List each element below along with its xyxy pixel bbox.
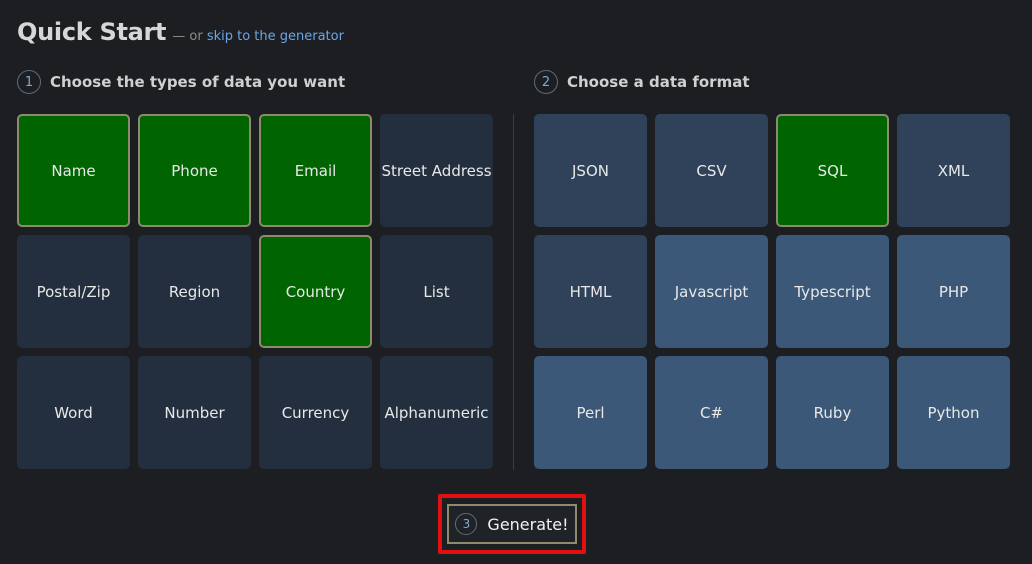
skip-to-generator-link[interactable]: skip to the generator (207, 29, 344, 44)
type-tile-number[interactable]: Number (138, 356, 251, 469)
generate-button-label: Generate! (487, 514, 569, 534)
type-tile-street-address[interactable]: Street Address (380, 114, 493, 227)
format-tile-sql[interactable]: SQL (776, 114, 889, 227)
type-tile-currency[interactable]: Currency (259, 356, 372, 469)
step-1-title: Choose the types of data you want (50, 73, 346, 91)
type-tile-word[interactable]: Word (17, 356, 130, 469)
step-2-title: Choose a data format (567, 73, 750, 91)
step-2-number-badge: 2 (534, 70, 558, 94)
or-text: — or (172, 29, 203, 44)
type-tile-name[interactable]: Name (17, 114, 130, 227)
step-1-heading: 1 Choose the types of data you want (17, 70, 345, 94)
format-tile-javascript[interactable]: Javascript (655, 235, 768, 348)
data-types-grid: Name Phone Email Street Address Postal/Z… (17, 114, 493, 469)
type-tile-list[interactable]: List (380, 235, 493, 348)
type-tile-alphanumeric[interactable]: Alphanumeric (380, 356, 493, 469)
data-formats-grid: JSON CSV SQL XML HTML Javascript Typescr… (534, 114, 1010, 469)
page-title: Quick Start (17, 18, 167, 46)
format-tile-csharp[interactable]: C# (655, 356, 768, 469)
type-tile-phone[interactable]: Phone (138, 114, 251, 227)
format-tile-json[interactable]: JSON (534, 114, 647, 227)
generate-button[interactable]: 3 Generate! (447, 504, 577, 544)
format-tile-ruby[interactable]: Ruby (776, 356, 889, 469)
format-tile-html[interactable]: HTML (534, 235, 647, 348)
format-tile-python[interactable]: Python (897, 356, 1010, 469)
page-subtitle: — or skip to the generator (172, 29, 344, 44)
type-tile-postal-zip[interactable]: Postal/Zip (17, 235, 130, 348)
format-tile-php[interactable]: PHP (897, 235, 1010, 348)
step-3-number-badge: 3 (455, 513, 478, 535)
page-header: Quick Start — or skip to the generator (17, 18, 344, 46)
format-tile-xml[interactable]: XML (897, 114, 1010, 227)
type-tile-region[interactable]: Region (138, 235, 251, 348)
step-2-heading: 2 Choose a data format (534, 70, 750, 94)
type-tile-email[interactable]: Email (259, 114, 372, 227)
format-tile-csv[interactable]: CSV (655, 114, 768, 227)
format-tile-typescript[interactable]: Typescript (776, 235, 889, 348)
generate-highlight-box: 3 Generate! (438, 494, 586, 554)
step-1-number-badge: 1 (17, 70, 41, 94)
type-tile-country[interactable]: Country (259, 235, 372, 348)
format-tile-perl[interactable]: Perl (534, 356, 647, 469)
section-divider (513, 114, 514, 470)
